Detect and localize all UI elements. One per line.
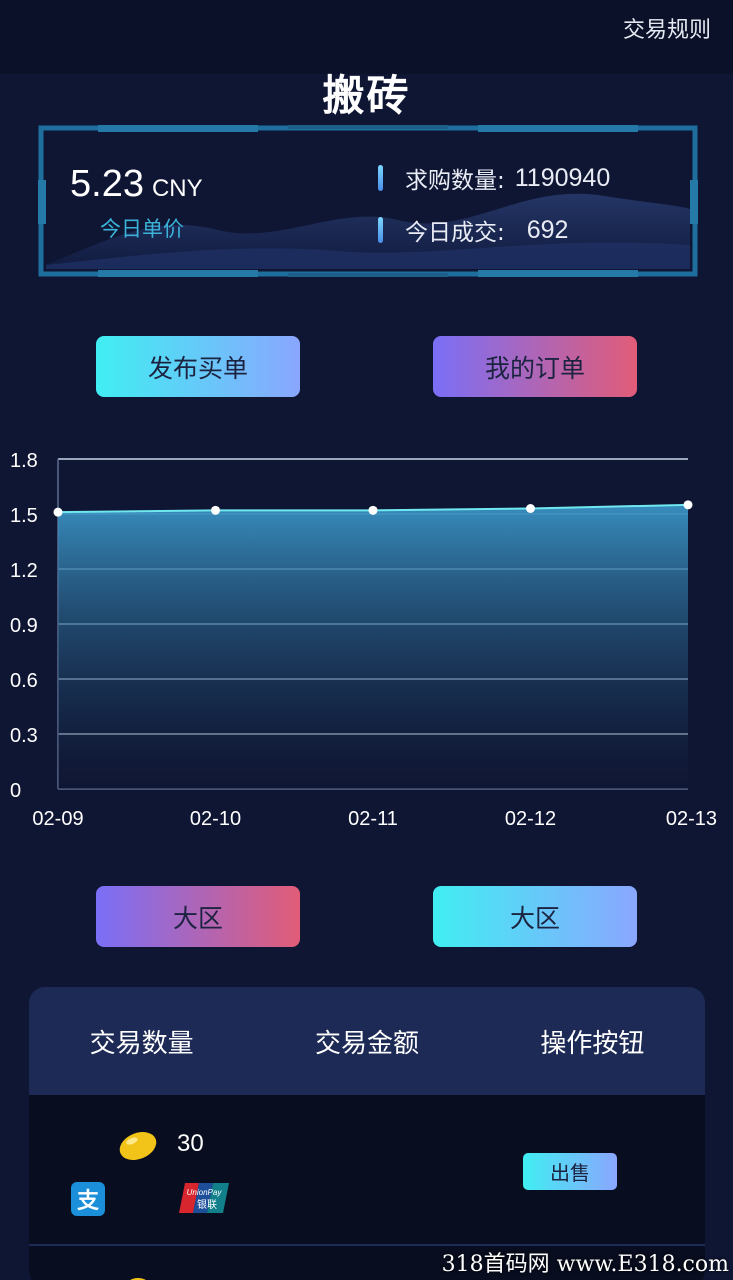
header-quantity: 交易数量: [89, 1028, 194, 1059]
alipay-icon: 支: [71, 1182, 105, 1216]
x-tick-label: 02-11: [348, 808, 398, 830]
page-title: 搬砖: [322, 71, 411, 120]
area-fill: [58, 504, 688, 789]
unionpay-icon: UnionPay 银联: [179, 1183, 229, 1213]
publish-buy-order-button[interactable]: 发布买单: [96, 336, 300, 397]
y-tick-label: 0.6: [10, 670, 38, 692]
unionpay-text: UnionPay: [187, 1188, 223, 1197]
y-tick-label: 0.3: [10, 725, 38, 747]
y-tick-label: 1.5: [10, 505, 38, 527]
data-point: [526, 504, 535, 513]
price-label: 今日单价: [100, 217, 184, 241]
today-deal-label: 今日成交:: [405, 220, 505, 246]
price-value: 5.23: [70, 163, 144, 205]
price-chart: 0 0.3 0.6 0.9 1.2 1.5 1.8 02-09 02-10 02-11 02-12…: [0, 440, 733, 840]
my-orders-button[interactable]: 我的订单: [433, 336, 637, 397]
y-tick-label: 0.9: [10, 615, 38, 637]
buy-quantity-stat: 求购数量: 1190940: [378, 161, 610, 195]
header-action: 操作按钮: [540, 1028, 645, 1059]
zone-right-button[interactable]: 大区: [433, 886, 637, 947]
buy-quantity-label: 求购数量:: [405, 168, 505, 194]
bean-icon: [119, 1132, 157, 1160]
data-point: [368, 505, 378, 515]
bean-icon: [130, 1278, 146, 1280]
y-tick-label: 1.2: [10, 560, 38, 582]
data-point: [683, 500, 693, 510]
trade-table: 交易数量 交易金额 操作按钮 30 支 UnionPay 银联 出售: [29, 987, 705, 1280]
header-amount: 交易金额: [314, 1028, 419, 1059]
stat-marker: [378, 165, 383, 191]
sell-button[interactable]: 出售: [523, 1153, 617, 1190]
x-tick-label: 02-12: [505, 808, 556, 830]
stats-panel: 5.23 CNY 今日单价 求购数量: 1190940 今日成交: 692: [38, 125, 698, 277]
trade-rules-link[interactable]: 交易规则: [623, 12, 711, 44]
zone-left-button[interactable]: 大区: [96, 886, 300, 947]
data-point: [211, 505, 220, 515]
x-tick-label: 02-09: [32, 808, 83, 830]
x-tick-label: 02-13: [666, 808, 717, 830]
price-unit: CNY: [151, 175, 203, 202]
table-row: 30 支 UnionPay 银联 出售: [29, 1095, 705, 1245]
today-price: 5.23 CNY: [70, 163, 203, 206]
row-quantity: 30: [177, 1130, 204, 1157]
stat-marker: [378, 217, 383, 243]
unionpay-cn: 银联: [197, 1198, 217, 1211]
buy-quantity-value: 1190940: [514, 163, 611, 192]
data-point: [53, 507, 63, 517]
today-deal-value: 692: [526, 215, 569, 244]
y-tick-label: 1.8: [10, 450, 38, 472]
price-chart-svg: 0 0.3 0.6 0.9 1.2 1.5 1.8 02-09 02-10 02-11 02-12…: [10, 450, 717, 830]
x-tick-label: 02-10: [190, 808, 241, 830]
table-header: 交易数量 交易金额 操作按钮: [29, 987, 705, 1095]
today-deal-stat: 今日成交: 692: [378, 213, 568, 247]
y-tick-label: 0: [10, 780, 21, 802]
watermark: 318首码网 www.E318.com: [441, 1252, 729, 1277]
